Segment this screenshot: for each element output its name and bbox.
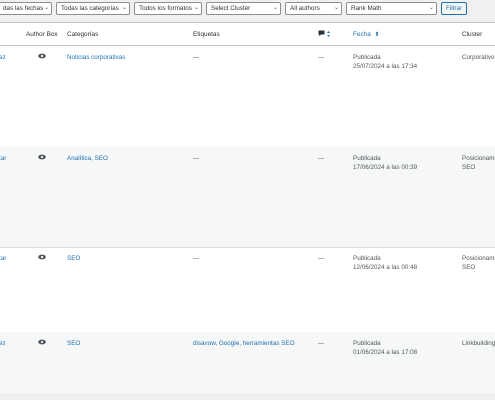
eye-icon[interactable] <box>38 339 46 345</box>
table-row: ez Noticias corporativas — — Publicada 2… <box>0 46 495 148</box>
table-row: ez SEO disavow, Google, herramientas SEO… <box>0 332 495 393</box>
post-status: Publicada <box>353 155 381 162</box>
sort-arrows-icon: ⬍ <box>374 32 380 38</box>
column-author-box: Author Box <box>26 31 58 38</box>
post-date: 17/06/2024 a las 00:39 <box>353 164 418 171</box>
chevron-down-icon: ⌄ <box>121 5 127 11</box>
author-filter-select[interactable]: All authors ⌄ <box>285 2 342 15</box>
sort-arrows-icon <box>327 31 330 37</box>
post-categories[interactable]: SEO <box>67 339 80 348</box>
post-categories[interactable]: Analítica, SEO <box>67 154 108 163</box>
post-cluster: Posicionamie <box>462 255 495 262</box>
post-categories[interactable]: SEO <box>67 254 80 263</box>
post-comments: — <box>318 155 325 162</box>
category-filter-select[interactable]: Todas las categorías ⌄ <box>56 2 130 15</box>
column-categories: Categorías <box>67 31 99 38</box>
author-name[interactable]: ez <box>0 339 6 348</box>
format-filter-value: Todos los formatos <box>139 5 192 12</box>
post-cluster-secondary: SEO <box>462 164 476 171</box>
post-comments: — <box>318 340 325 347</box>
filter-button[interactable]: Filtrar <box>441 2 468 15</box>
seo-filter-select[interactable]: Rank Math ⌄ <box>346 2 437 15</box>
filter-bar: das las fechas ⌄ Todas las categorías ⌄ … <box>0 2 495 17</box>
table-row: tar Analítica, SEO — — Publicada 17/06/2… <box>0 147 495 248</box>
posts-table: Author Box Categorías Etiquetas Fecha ⬍ … <box>0 22 495 393</box>
author-name[interactable]: tar <box>0 254 6 263</box>
post-cluster: Linkbuilding <box>462 340 495 347</box>
post-tags[interactable]: disavow, Google, herramientas SEO <box>193 339 295 348</box>
post-tags: — <box>193 255 200 262</box>
eye-icon[interactable] <box>38 53 46 59</box>
seo-filter-value: Rank Math <box>351 5 382 12</box>
post-status: Publicada <box>353 340 381 347</box>
table-header: Author Box Categorías Etiquetas Fecha ⬍ … <box>0 23 495 46</box>
chevron-down-icon: ⌄ <box>193 5 199 11</box>
column-date[interactable]: Fecha ⬍ <box>353 31 380 38</box>
table-row: tar SEO — — Publicada 12/06/2024 a las 0… <box>0 247 495 333</box>
post-comments: — <box>318 255 325 262</box>
post-cluster: Posicionamie <box>462 155 495 162</box>
column-comments[interactable] <box>318 30 331 40</box>
chevron-down-icon: ⌄ <box>43 5 49 11</box>
chevron-down-icon: ⌄ <box>272 5 278 11</box>
date-filter-select[interactable]: das las fechas ⌄ <box>0 2 52 15</box>
chevron-down-icon: ⌄ <box>333 5 339 11</box>
date-filter-value: das las fechas <box>3 5 44 12</box>
post-tags: — <box>193 155 200 162</box>
column-date-label: Fecha <box>353 31 371 38</box>
eye-icon[interactable] <box>38 154 46 160</box>
column-tags: Etiquetas <box>193 31 220 38</box>
post-status: Publicada <box>353 255 381 262</box>
post-cluster-secondary: SEO <box>462 264 476 271</box>
post-categories[interactable]: Noticias corporativas <box>67 53 125 62</box>
comment-bubble-icon <box>318 30 330 37</box>
post-status: Publicada <box>353 54 381 61</box>
eye-icon[interactable] <box>38 254 46 260</box>
post-comments: — <box>318 54 325 61</box>
author-name[interactable]: ez <box>0 53 6 62</box>
post-date: 25/07/2024 a las 17:34 <box>353 63 418 70</box>
chevron-down-icon: ⌄ <box>428 5 434 11</box>
cluster-filter-select[interactable]: Select Cluster ⌄ <box>206 2 281 15</box>
cluster-filter-value: Select Cluster <box>211 5 251 12</box>
author-name[interactable]: tar <box>0 154 6 163</box>
post-date: 12/06/2024 a las 00:48 <box>353 264 418 271</box>
post-date: 01/06/2024 a las 17:08 <box>353 349 418 356</box>
post-cluster: Corporativo <box>462 54 495 61</box>
post-tags: — <box>193 54 200 61</box>
author-filter-value: All authors <box>290 5 320 12</box>
column-cluster: Cluster <box>462 31 483 38</box>
category-filter-value: Todas las categorías <box>61 5 119 12</box>
format-filter-select[interactable]: Todos los formatos ⌄ <box>134 2 202 15</box>
